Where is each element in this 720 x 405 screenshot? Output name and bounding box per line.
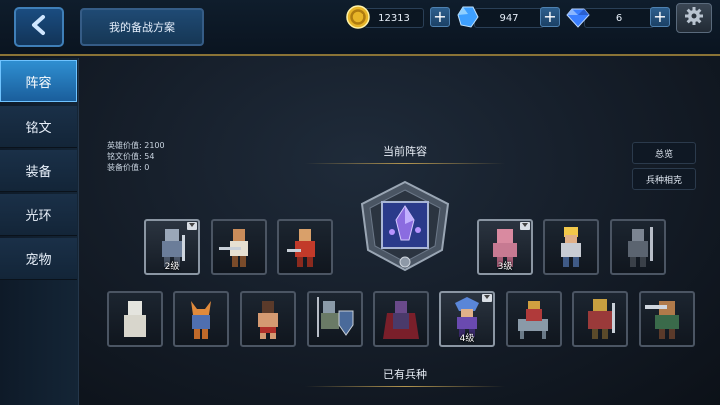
tab-equipment[interactable]: 装备 [0,150,77,192]
roster-unit-6[interactable]: 4级 [439,291,495,347]
diamond-icon [566,5,590,29]
lineup-slot-6[interactable] [610,219,666,275]
roster-unit-9[interactable] [639,291,695,347]
fox-warrior-icon [175,301,227,345]
caped-vampire-icon [375,301,427,345]
roster-unit-7[interactable] [506,291,562,347]
crystal-count: 947 [474,8,544,28]
unit-counter-button[interactable]: 兵种相克 [632,168,696,190]
dropdown-corner-icon [520,222,530,230]
roster-unit-3[interactable] [240,291,296,347]
armored-spearman-hero-icon [612,227,664,273]
white-robed-monk-icon [109,301,161,345]
tab-pet[interactable]: 宠物 [0,238,77,280]
current-lineup-title: 当前阵容 [383,145,427,158]
lineup-divider [305,163,505,164]
tab-aura[interactable]: 光环 [0,194,77,236]
overview-label: 总览 [654,149,673,160]
lineup-slot-1[interactable]: 2级 [144,219,200,275]
hero-value: 英雄价值: 2100 [107,141,165,150]
martial-artist-icon [242,301,294,345]
unit-counter-label: 兵种相克 [645,175,682,186]
roster-unit-2[interactable] [173,291,229,347]
lineup-slot-5[interactable] [543,219,599,275]
lineup-emblem [352,180,458,272]
tab-label: 铭文 [25,121,52,136]
lineup-slot-2[interactable] [211,219,267,275]
roster-unit-8[interactable] [572,291,628,347]
back-button[interactable] [14,7,64,47]
blonde-fighter-hero-icon [545,227,597,273]
top-bar: 我的备战方案 12313 + 947 + 6 + [0,0,720,56]
diamond-count: 6 [584,8,654,28]
lineup-slot-4[interactable]: 3级 [477,219,533,275]
gold-coin-icon [346,5,370,29]
tab-inscription[interactable]: 铭文 [0,106,77,148]
inscription-value: 铭文价值: 54 [107,152,155,161]
roster-unit-1[interactable] [107,291,163,347]
roster-unit-5[interactable] [373,291,429,347]
dropdown-corner-icon [187,222,197,230]
chevron-left-icon [28,14,50,40]
mounted-knight-icon [508,301,560,345]
shield-spearman-icon [309,297,361,345]
tab-label: 光环 [25,209,52,224]
battle-plan-button[interactable]: 我的备战方案 [80,8,204,46]
slot-level: 2级 [164,262,180,272]
slot-level: 3级 [497,262,513,272]
lineup-slot-3[interactable] [277,219,333,275]
sidebar: 阵容 铭文 装备 光环 宠物 [0,58,79,405]
overview-button[interactable]: 总览 [632,142,696,164]
armored-commander-icon [574,299,626,345]
dropdown-corner-icon [482,294,492,302]
tab-label: 阵容 [25,75,52,91]
gold-plus-button[interactable]: + [430,7,450,27]
blue-crystal-icon [456,5,480,29]
unit-level: 4级 [459,334,475,344]
tab-label: 宠物 [25,253,52,268]
tab-lineup[interactable]: 阵容 [0,60,77,102]
equipment-value: 装备价值: 0 [107,163,150,172]
owned-units-title: 已有兵种 [383,368,427,381]
purple-crystal-shield-emblem-icon [352,180,458,276]
gold-count: 12313 [364,8,424,28]
swordsman-hero-icon [213,229,265,273]
gear-icon [684,6,704,30]
value-stats: 英雄价值: 2100 铭文价值: 54 装备价值: 0 [107,140,165,173]
roster-unit-4[interactable] [307,291,363,347]
red-warrior-hero-icon [279,229,331,273]
bear-greatsword-icon [641,301,693,345]
crystal-plus-button[interactable]: + [540,7,560,27]
diamond-plus-button[interactable]: + [650,7,670,27]
roster-divider [305,386,505,387]
settings-button[interactable] [676,3,712,33]
battle-plan-label: 我的备战方案 [109,21,175,34]
tab-label: 装备 [25,165,52,180]
